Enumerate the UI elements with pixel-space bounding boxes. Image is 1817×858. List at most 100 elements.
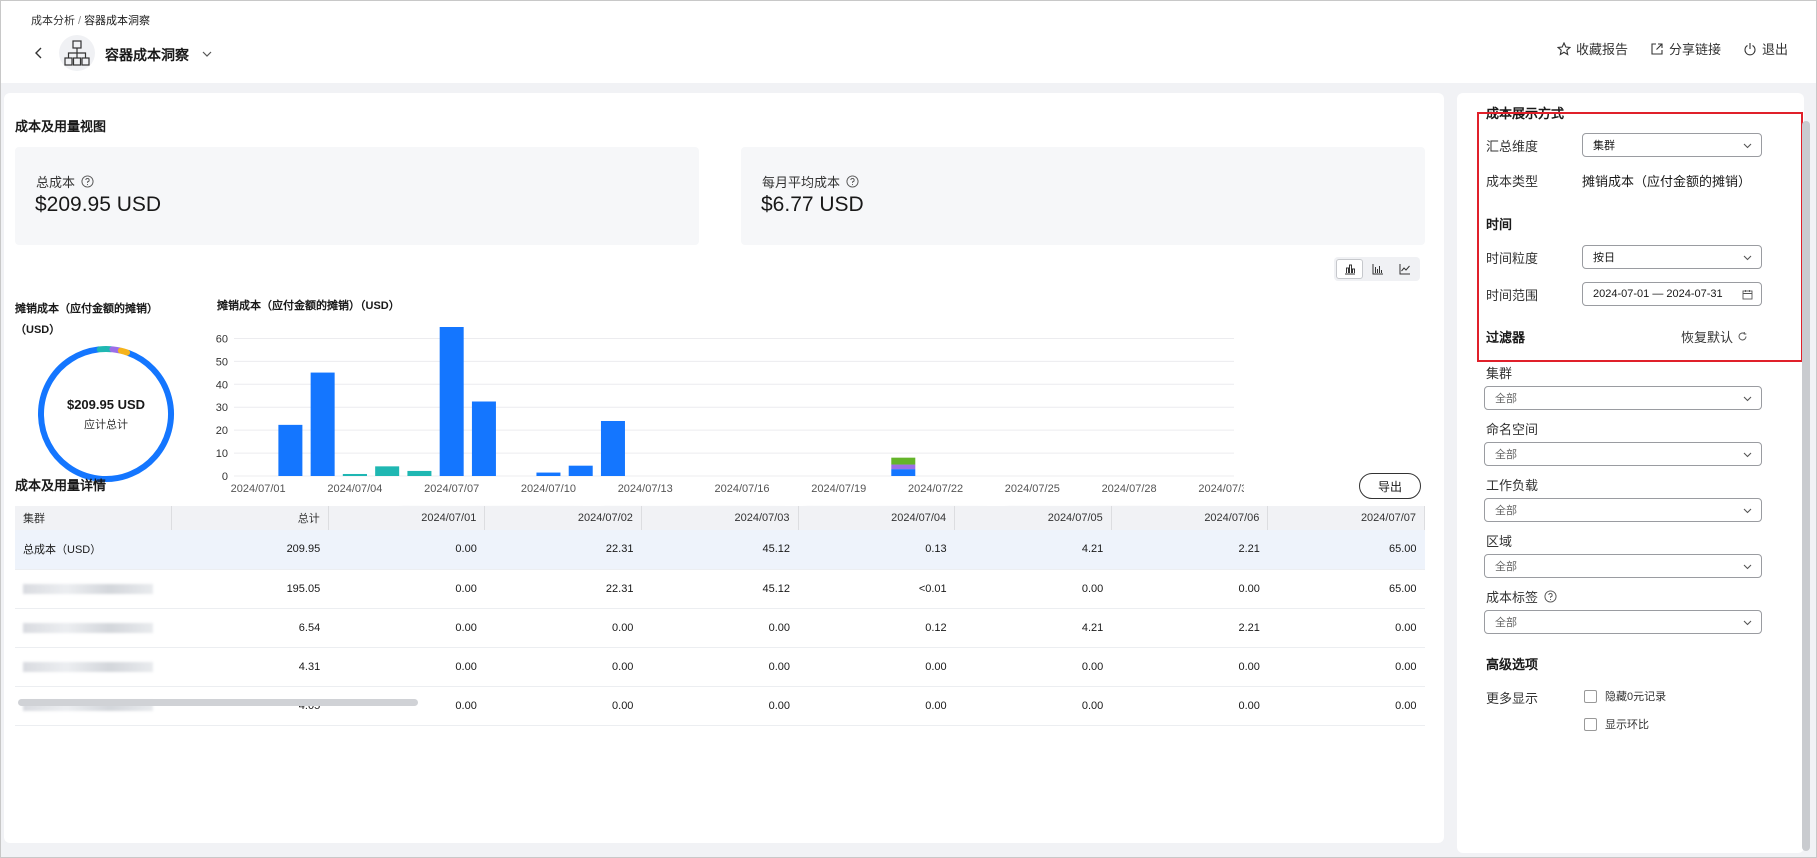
bar[interactable] bbox=[278, 424, 303, 476]
filter-value: 全部 bbox=[1495, 561, 1517, 573]
vertical-scrollbar[interactable] bbox=[1802, 121, 1810, 851]
filter-select[interactable]: 全部 bbox=[1484, 610, 1762, 634]
header-actions: 收藏报告 分享链接 退出 bbox=[1556, 39, 1788, 58]
redacted-cluster-name[interactable] bbox=[23, 661, 153, 672]
table-cell: 22.31 bbox=[484, 569, 642, 609]
redacted-cluster-name[interactable] bbox=[23, 622, 153, 633]
show-mom-label: 显示环比 bbox=[1605, 719, 1649, 731]
exit-label: 退出 bbox=[1761, 42, 1788, 57]
x-tick-label: 2024/07/28 bbox=[1102, 483, 1157, 495]
bar[interactable] bbox=[471, 401, 496, 477]
filter-label-text: 区域 bbox=[1486, 534, 1513, 549]
bar[interactable] bbox=[891, 457, 916, 465]
donut-title-line1: 摊销成本（应付金额的摊销） bbox=[15, 303, 158, 315]
kpi-total-cost: 总成本 $209.95 USD bbox=[15, 147, 699, 245]
chevron-down-icon[interactable] bbox=[201, 48, 213, 60]
horizontal-scrollbar[interactable] bbox=[18, 699, 418, 706]
filter-select[interactable]: 全部 bbox=[1484, 386, 1762, 410]
filter-select[interactable]: 全部 bbox=[1484, 554, 1762, 578]
redacted-cluster-name[interactable] bbox=[23, 583, 153, 594]
table-cell: 0.00 bbox=[641, 686, 799, 726]
table-cell: 0.00 bbox=[1267, 686, 1425, 726]
column-header[interactable]: 2024/07/03 bbox=[641, 506, 799, 530]
x-tick-label: 2024/07/31 bbox=[1198, 483, 1244, 495]
show-mom-checkbox[interactable] bbox=[1584, 717, 1597, 731]
table-cell: 0.00 bbox=[1111, 569, 1268, 609]
show-mom-option[interactable]: 显示环比 bbox=[1584, 716, 1649, 732]
help-icon[interactable] bbox=[81, 175, 94, 188]
bar[interactable] bbox=[342, 473, 367, 476]
table-cell: 0.12 bbox=[798, 608, 955, 648]
table-row[interactable]: 4.31 0.00 0.00 0.00 0.00 0.00 0.00 0.00 bbox=[15, 647, 1425, 687]
column-header[interactable]: 2024/07/06 bbox=[1111, 506, 1269, 530]
column-header[interactable]: 2024/07/04 bbox=[798, 506, 956, 530]
table-cell: 0.00 bbox=[1267, 608, 1425, 648]
table-row-total[interactable]: 总成本（USD） 209.95 0.00 22.31 45.12 0.13 4.… bbox=[15, 530, 1425, 570]
advanced-options-title: 高级选项 bbox=[1486, 657, 1539, 672]
filter-select[interactable]: 全部 bbox=[1484, 442, 1762, 466]
y-tick-label: 20 bbox=[216, 425, 228, 437]
table-cell: 0.13 bbox=[798, 530, 955, 570]
bar-view-button[interactable] bbox=[1365, 259, 1390, 279]
filter-label-text: 命名空间 bbox=[1486, 422, 1539, 437]
line-chart-icon bbox=[1399, 264, 1411, 275]
table-row[interactable]: 6.54 0.00 0.00 0.00 0.12 4.21 2.21 0.00 bbox=[15, 608, 1425, 648]
bar-chart-icon bbox=[1372, 264, 1383, 275]
cluster-name-cell bbox=[15, 647, 172, 687]
column-header[interactable]: 2024/07/05 bbox=[954, 506, 1112, 530]
help-icon[interactable] bbox=[1544, 590, 1557, 603]
star-icon bbox=[1556, 41, 1571, 56]
table-cell: 0.00 bbox=[641, 647, 799, 687]
breadcrumb-item-cost-analysis[interactable]: 成本分析 bbox=[31, 15, 75, 27]
table-cell: 4.31 bbox=[171, 647, 329, 687]
table-cell: 4.21 bbox=[954, 608, 1112, 648]
line-view-button[interactable] bbox=[1393, 259, 1418, 279]
bar[interactable] bbox=[891, 464, 916, 470]
filter-label-text: 成本标签 bbox=[1486, 590, 1539, 605]
breadcrumb-separator: / bbox=[78, 15, 82, 27]
bar[interactable] bbox=[310, 372, 335, 476]
table-body: 总成本（USD） 209.95 0.00 22.31 45.12 0.13 4.… bbox=[15, 530, 1425, 726]
favorite-report-button[interactable]: 收藏报告 bbox=[1556, 39, 1628, 58]
x-tick-label: 2024/07/01 bbox=[231, 483, 286, 495]
x-tick-label: 2024/07/13 bbox=[618, 483, 673, 495]
table-cell: 总成本（USD） bbox=[15, 530, 172, 570]
exit-button[interactable]: 退出 bbox=[1743, 39, 1788, 58]
bar[interactable] bbox=[375, 466, 400, 476]
share-link-label: 分享链接 bbox=[1668, 42, 1721, 57]
export-button[interactable]: 导出 bbox=[1359, 473, 1421, 499]
hide-zero-option[interactable]: 隐藏0元记录 bbox=[1584, 688, 1666, 704]
y-tick-label: 30 bbox=[216, 402, 228, 414]
column-header[interactable]: 集群 bbox=[15, 506, 173, 530]
bar[interactable] bbox=[891, 469, 916, 476]
column-header[interactable]: 2024/07/02 bbox=[484, 506, 642, 530]
bar[interactable] bbox=[407, 470, 432, 476]
column-header[interactable]: 2024/07/01 bbox=[328, 506, 486, 530]
bar[interactable] bbox=[568, 465, 593, 476]
bar[interactable] bbox=[600, 420, 625, 476]
help-icon[interactable] bbox=[846, 175, 859, 188]
kpi-label: 每月平均成本 bbox=[762, 172, 859, 191]
share-link-button[interactable]: 分享链接 bbox=[1650, 39, 1721, 58]
table-cell: 0.00 bbox=[1267, 647, 1425, 687]
table-cell: <0.01 bbox=[798, 569, 955, 609]
app-icon bbox=[59, 35, 95, 71]
filter-select[interactable]: 全部 bbox=[1484, 498, 1762, 522]
table-cell: 195.05 bbox=[171, 569, 329, 609]
table-row[interactable]: 195.05 0.00 22.31 45.12 <0.01 0.00 0.00 65.00 bbox=[15, 569, 1425, 609]
table-cell: 45.12 bbox=[641, 530, 799, 570]
bar[interactable] bbox=[439, 327, 464, 476]
stacked-bar-view-button[interactable] bbox=[1336, 259, 1364, 279]
filter-label: 集群 bbox=[1486, 363, 1512, 382]
details-table: 集群 总计 2024/07/01 2024/07/02 2024/07/03 2… bbox=[15, 506, 1425, 726]
back-arrow-icon[interactable] bbox=[31, 45, 47, 61]
donut-chart: $209.95 USD 应计总计 bbox=[32, 340, 180, 488]
column-header[interactable]: 2024/07/07 bbox=[1267, 506, 1425, 530]
favorite-report-label: 收藏报告 bbox=[1575, 42, 1628, 57]
table-cell: 45.12 bbox=[641, 569, 799, 609]
column-header[interactable]: 总计 bbox=[171, 506, 329, 530]
hide-zero-checkbox[interactable] bbox=[1584, 689, 1597, 703]
share-icon bbox=[1651, 42, 1663, 55]
table-cell: 2.21 bbox=[1111, 530, 1268, 570]
bar[interactable] bbox=[536, 472, 561, 476]
